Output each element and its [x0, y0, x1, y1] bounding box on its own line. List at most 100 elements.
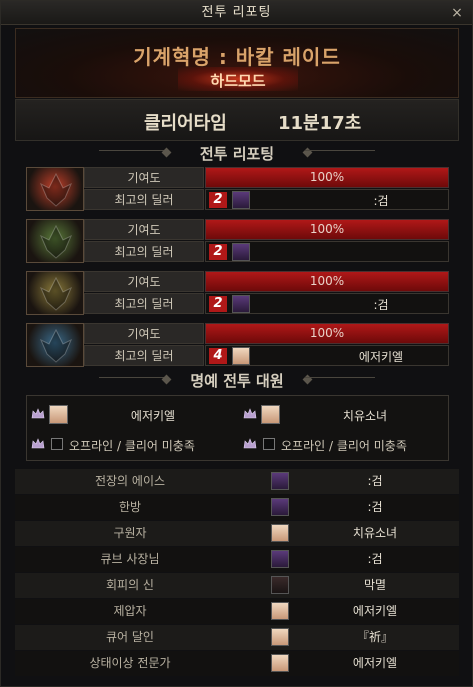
boss-portrait: [26, 167, 84, 211]
honor-member[interactable]: 치유소녀: [239, 402, 444, 428]
title-bar[interactable]: 전투 리포팅 ×: [1, 1, 472, 25]
clear-time-panel: 클리어타임 11분17초: [15, 99, 459, 141]
fire-dragon-icon: [40, 172, 72, 207]
honor-heading: 명예 전투 대원: [15, 370, 459, 392]
award-row[interactable]: 제압자 에저키엘: [15, 599, 459, 624]
offline-checkbox[interactable]: [51, 438, 63, 450]
difficulty-badge: 하드모드: [178, 67, 298, 91]
rank-badge: 2: [209, 192, 227, 208]
award-avatar: [271, 602, 289, 620]
honor-offline-slot[interactable]: 오프라인 / 클리어 미충족: [27, 432, 232, 458]
boss-portrait: [26, 271, 84, 315]
crown-icon: [243, 408, 257, 419]
contribution-value: 100%: [309, 326, 345, 340]
crown-icon: [31, 438, 45, 449]
award-row[interactable]: 회피의 신 막멸: [15, 573, 459, 598]
award-row[interactable]: 한방 :검: [15, 495, 459, 520]
dealer-avatar: [232, 347, 250, 365]
best-dealer-cell[interactable]: 2 :검: [205, 189, 449, 210]
boss-stats: 기여도 100% 최고의 딜러 2: [84, 219, 450, 263]
best-dealer-cell[interactable]: 2 :검: [205, 293, 449, 314]
award-title: 전장의 에이스: [94, 474, 166, 488]
crown-icon: [243, 438, 257, 449]
raid-name: 기계혁명 : 바칼 레이드: [133, 45, 341, 69]
clear-time-value: 11분17초: [278, 113, 362, 134]
best-dealer-label: 최고의 딜러: [84, 189, 204, 210]
award-avatar: [271, 498, 289, 516]
award-recipient: :검: [367, 474, 383, 488]
contribution-value: 100%: [309, 170, 345, 184]
dealer-name: :검: [373, 194, 389, 208]
honor-panel: 에저키엘 치유소녀 오프라인 / 클리어 미충족 오프라인 / 클리어 미충족: [26, 395, 449, 461]
contribution-label: 기여도: [84, 167, 204, 188]
boss-row: 기여도 100% 최고의 딜러 4 에저키엘: [26, 323, 450, 371]
contribution-bar: 100%: [205, 271, 449, 292]
award-avatar: [271, 576, 289, 594]
award-title: 구원자: [113, 526, 147, 540]
section-title: 전투 리포팅: [199, 145, 275, 163]
difficulty-label: 하드모드: [210, 72, 266, 90]
award-avatar: [271, 654, 289, 672]
award-recipient: 막멸: [363, 578, 387, 592]
best-dealer-cell[interactable]: 2: [205, 241, 449, 262]
contribution-bar: 100%: [205, 323, 449, 344]
offline-label: 오프라인 / 클리어 미충족: [281, 439, 407, 453]
boss-row: 기여도 100% 최고의 딜러 2: [26, 219, 450, 267]
raid-header: 기계혁명 : 바칼 레이드 하드모드: [15, 28, 459, 98]
contribution-label: 기여도: [84, 323, 204, 344]
offline-label: 오프라인 / 클리어 미충족: [69, 439, 195, 453]
award-row[interactable]: 상태이상 전문가 에저키엘: [15, 651, 459, 676]
dealer-name: :검: [373, 298, 389, 312]
award-recipient: 에저키엘: [352, 604, 398, 618]
member-avatar: [261, 405, 280, 424]
dealer-avatar: [232, 191, 250, 209]
boss-row: 기여도 100% 최고의 딜러 2 :검: [26, 167, 450, 215]
honor-member[interactable]: 에저키엘: [27, 402, 232, 428]
boss-stats: 기여도 100% 최고의 딜러 2 :검: [84, 271, 450, 315]
honor-offline-slot[interactable]: 오프라인 / 클리어 미충족: [239, 432, 444, 458]
contribution-bar: 100%: [205, 219, 449, 240]
boss-portrait: [26, 323, 84, 367]
dealer-name: 에저키엘: [358, 350, 404, 364]
close-icon: ×: [451, 5, 463, 21]
rank-badge: 2: [209, 296, 227, 312]
award-row[interactable]: 전장의 에이스 :검: [15, 469, 459, 494]
award-recipient: :검: [367, 552, 383, 566]
rank-badge: 2: [209, 244, 227, 260]
offline-checkbox[interactable]: [263, 438, 275, 450]
gold-dragon-icon: [40, 276, 72, 311]
best-dealer-label: 최고의 딜러: [84, 241, 204, 262]
battle-report-window: 전투 리포팅 × 기계혁명 : 바칼 레이드 하드모드 클리어타임 11분17초…: [0, 0, 473, 687]
window-title: 전투 리포팅: [201, 5, 272, 20]
ornament-left: [99, 150, 169, 158]
award-avatar: [271, 628, 289, 646]
award-row[interactable]: 큐브 사장님 :검: [15, 547, 459, 572]
ornament-left: [99, 377, 169, 385]
dealer-avatar: [232, 295, 250, 313]
award-title: 상태이상 전문가: [89, 656, 171, 670]
dealer-avatar: [232, 243, 250, 261]
section-title: 명예 전투 대원: [190, 372, 284, 390]
award-avatar: [271, 524, 289, 542]
contribution-bar: 100%: [205, 167, 449, 188]
clear-time-label: 클리어타임: [144, 113, 227, 134]
award-recipient: 치유소녀: [352, 526, 398, 540]
crown-icon: [31, 408, 45, 419]
award-recipient: :검: [367, 500, 383, 514]
award-row[interactable]: 큐어 달인 『祈』: [15, 625, 459, 650]
rank-badge: 4: [209, 348, 227, 364]
battle-report-heading: 전투 리포팅: [15, 143, 459, 165]
contribution-value: 100%: [309, 274, 345, 288]
award-title: 한방: [118, 500, 142, 514]
award-title: 제압자: [113, 604, 147, 618]
best-dealer-cell[interactable]: 4 에저키엘: [205, 345, 449, 366]
poison-dragon-icon: [40, 224, 72, 259]
ornament-right: [305, 377, 375, 385]
member-name: 치유소녀: [342, 409, 388, 423]
contribution-label: 기여도: [84, 219, 204, 240]
boss-stats: 기여도 100% 최고의 딜러 4 에저키엘: [84, 323, 450, 367]
award-row[interactable]: 구원자 치유소녀: [15, 521, 459, 546]
best-dealer-label: 최고의 딜러: [84, 345, 204, 366]
ornament-right: [305, 150, 375, 158]
close-button[interactable]: ×: [448, 4, 466, 22]
